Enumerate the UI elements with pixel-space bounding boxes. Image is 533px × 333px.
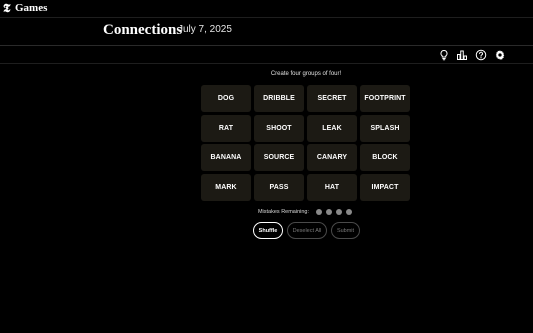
nyt-logo-icon[interactable]: 𝕿 — [3, 1, 10, 15]
deselect-all-button[interactable]: Deselect All — [287, 222, 327, 239]
word-tile[interactable]: IMPACT — [360, 173, 410, 201]
mistakes-indicator: Mistakes Remaining: — [201, 207, 411, 217]
help-icon — [475, 49, 487, 61]
word-tile[interactable]: DRIBBLE — [254, 85, 304, 112]
leaderboard-icon — [457, 50, 467, 60]
word-tile[interactable]: SPLASH — [360, 114, 410, 142]
lightbulb-icon — [440, 49, 448, 61]
help-button[interactable] — [475, 49, 487, 61]
word-tile[interactable]: RAT — [201, 114, 251, 142]
word-tile[interactable]: LEAK — [307, 114, 357, 142]
mistake-dot — [326, 209, 333, 215]
word-tile[interactable]: SECRET — [307, 85, 357, 112]
page-title: Connections — [103, 22, 183, 38]
word-tile[interactable]: SHOOT — [254, 114, 304, 142]
word-tile[interactable]: FOOTPRINT — [360, 85, 410, 112]
submit-button[interactable]: Submit — [331, 222, 360, 239]
gear-icon — [495, 50, 505, 60]
word-tile[interactable]: DOG — [201, 85, 251, 112]
settings-button[interactable] — [494, 49, 506, 61]
shuffle-button[interactable]: Shuffle — [253, 222, 283, 239]
mistake-dots — [314, 209, 354, 215]
puzzle-date: July 7, 2025 — [178, 24, 232, 35]
toolbar — [0, 46, 533, 64]
instruction-text: Create four groups of four! — [270, 71, 342, 77]
word-tile[interactable]: HAT — [307, 173, 357, 201]
brand-name[interactable]: Games — [15, 2, 47, 15]
brand-bar: 𝕿 Games — [0, 0, 533, 18]
mistakes-label: Mistakes Remaining: — [257, 209, 310, 215]
mistake-dot — [316, 209, 323, 215]
mistake-dot — [346, 209, 353, 215]
connections-page: 𝕿 Games Connections July 7, 2025 Create … — [0, 0, 533, 333]
word-tile[interactable]: SOURCE — [254, 144, 304, 172]
word-tile[interactable]: MARK — [201, 173, 251, 201]
word-tile[interactable]: CANARY — [307, 144, 357, 172]
word-tile[interactable]: BLOCK — [360, 144, 410, 172]
word-grid: DOG DRIBBLE SECRET FOOTPRINT RAT SHOOT LEAK SPL… — [201, 85, 411, 202]
mistake-dot — [336, 209, 343, 215]
word-tile[interactable]: PASS — [254, 173, 304, 201]
leaderboard-button[interactable] — [456, 49, 468, 61]
word-tile[interactable]: BANANA — [201, 144, 251, 172]
title-row: Connections July 7, 2025 — [0, 17, 533, 46]
hint-button[interactable] — [438, 49, 450, 61]
action-buttons: Shuffle Deselect All Submit — [253, 222, 360, 239]
